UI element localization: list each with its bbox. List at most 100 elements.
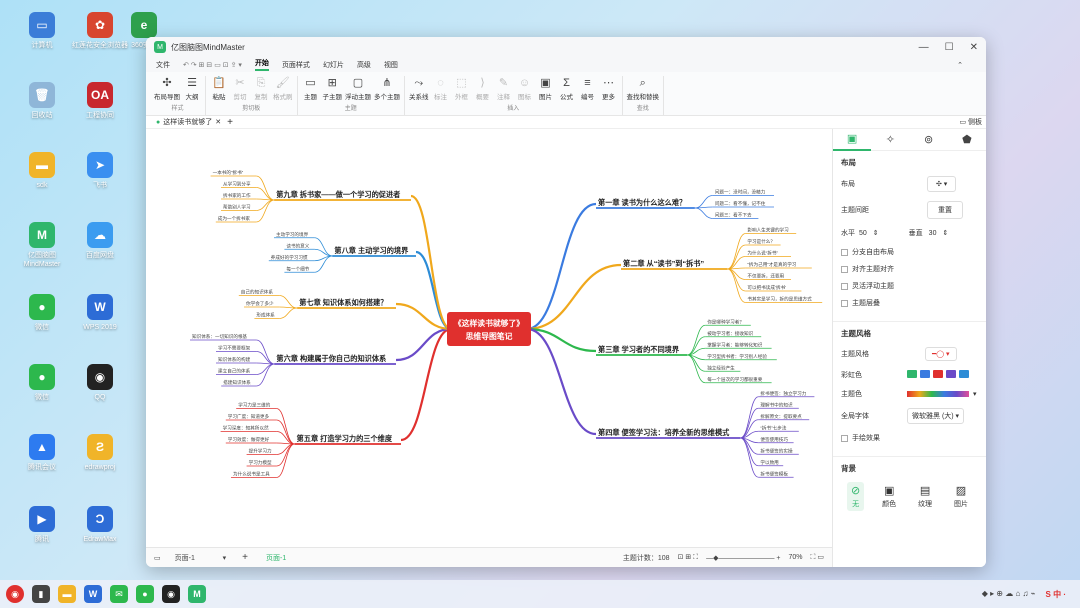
doc-tab[interactable]: ● 这样读书就够了 ✕ [150,117,227,127]
hand-drawn-checkbox[interactable] [841,434,848,442]
ribbon-button[interactable]: ≡ 编号 [579,76,597,101]
ribbon-button[interactable]: ◌ 标注 [432,76,450,101]
subtopic-text[interactable]: 为什么说书是工具 [233,471,270,478]
subtopic-text[interactable]: 知识体系：一切知识的根基 [192,333,248,340]
subtopic-text[interactable]: 拆书便签模板 [760,470,788,477]
fit-icon[interactable]: ⊡ ⊞ ⛶ [678,553,699,562]
maximize-icon[interactable]: ☐ [945,42,954,53]
subtopic-text[interactable]: 你学会了多少 [246,300,274,307]
subtopic-text[interactable]: 学以致用 [760,459,779,466]
subtopic-text[interactable]: 拆书家的工作 [223,192,251,199]
side-panel-toggle[interactable]: ▭ 侧板 [959,117,982,127]
wechat-icon[interactable]: ● [136,585,154,603]
subtopic-text[interactable]: 书其实是学习，拆的是思维方式 [747,296,812,303]
subtopic-text[interactable]: 提升学习力 [249,448,272,455]
ribbon-button[interactable]: ⎘ 复制 [252,76,270,101]
minimize-icon[interactable]: — [919,42,929,53]
subtopic-text[interactable]: 帮助别人学习 [223,204,251,211]
collapse-ribbon-icon[interactable]: ⌃ [957,61,963,69]
subtopic-text[interactable]: 拆书便签的实操 [760,447,793,454]
ribbon-button[interactable]: ⬚ 外框 [453,76,471,101]
theme-style-select[interactable]: ━◯ ▾ [925,347,957,361]
subtopic-text[interactable]: 每一个细节 [286,265,309,272]
taskview-icon[interactable]: ▮ [32,585,50,603]
menu-advanced[interactable]: 高级 [357,60,371,70]
chapter-title[interactable]: 第八章 主动学习的境界 [334,246,409,255]
ime-icon[interactable]: S 中 · [1046,589,1066,600]
tab-ai-icon[interactable]: ✧ [871,133,909,146]
subtopic-text[interactable]: 从学习到分享 [223,181,251,188]
central-topic-line1[interactable]: 《这样读书就够了》 [454,318,524,328]
chapter-title[interactable]: 第三章 学习者的不同境界 [598,345,680,354]
subtopic-text[interactable]: 为什么说“拆书” [747,250,778,257]
reset-button[interactable]: 重置 [927,201,963,219]
ribbon-button[interactable]: 📋 粘贴 [210,76,228,101]
subtopic-text[interactable]: 自己的知识体系 [241,289,274,296]
qq-icon[interactable]: ◉ [162,585,180,603]
ribbon-button[interactable]: 🖌 格式刷 [273,76,293,101]
ribbon-button[interactable]: ☰ 大纲 [183,76,201,101]
subtopic-text[interactable]: 问题一：没时间，没精力 [715,189,766,196]
desktop-icon[interactable]: 🗑 回收站 [14,82,70,120]
subtopic-text[interactable]: 成为一个拆书家 [218,215,251,222]
mindmap-svg[interactable]: 第一章 读书为什么这么难？ 问题一：没时间，没精力问题二：看不懂，记不住问题三：看… [146,129,832,547]
ribbon-button[interactable]: ✎ 注释 [495,76,513,101]
v-stepper-icon[interactable]: ⇕ [942,229,948,237]
rainbow-swatches[interactable] [907,370,972,380]
chapter-title[interactable]: 第二章 从“读书”到“拆书” [623,259,704,268]
chapter-title[interactable]: 第一章 读书为什么这么难？ [598,198,686,207]
option-checkbox[interactable] [841,248,848,256]
tray-icons[interactable]: ◆ ▸ ⊕ ☁ ⌂ ♫ ⌁ [982,589,1036,600]
menu-slides[interactable]: 幻灯片 [323,60,344,70]
subtopic-text[interactable]: 可以把书读成‘拆书’ [747,284,786,291]
option-checkbox[interactable] [841,265,848,273]
subtopic-text[interactable]: 知识体系的构建 [218,356,251,363]
subtopic-text[interactable]: 便签使用技巧 [760,436,788,443]
tab-mark-icon[interactable]: ⬟ [948,133,986,146]
subtopic-text[interactable]: 主动学习的境界 [276,231,309,238]
subtopic-text[interactable]: 掌握学习者：能够转化知识 [707,341,763,348]
tab-map-icon[interactable]: ⊚ [910,133,948,146]
page-select[interactable]: 页面-1 [175,553,223,563]
subtopic-text[interactable]: 学习力是三维的 [238,402,271,409]
mail-icon[interactable]: ✉ [110,585,128,603]
subtopic-text[interactable]: “拆书”七步法 [760,424,786,431]
ribbon-button[interactable]: Σ 公式 [558,76,576,101]
subtopic-text[interactable]: 学习效度：做得更好 [228,436,270,443]
ribbon-button[interactable]: ▣ 图片 [537,76,555,101]
subtopic-text[interactable]: “拆为己用”才是真的学习 [747,261,796,268]
desktop-icon[interactable]: ➤ 飞书 [72,152,128,190]
subtopic-text[interactable]: 搭建知识体系 [223,379,251,386]
background-option[interactable]: ▨ 图片 [950,482,972,511]
desktop-icon[interactable]: ● 微信 [14,364,70,402]
chapter-title[interactable]: 第九章 拆书家——做一个学习的促进者 [276,190,400,199]
subtopic-text[interactable]: 不仅要拆，还要用 [747,273,784,280]
chapter-title[interactable]: 第五章 打造学习力的三个维度 [297,434,393,443]
option-row[interactable]: 灵活浮动主题 [841,281,978,291]
desktop-icon[interactable]: ● 微信 [14,294,70,332]
desktop-icon[interactable]: M 亿图脑图MindMaster [14,222,70,269]
subtopic-text[interactable]: 学习深度：知其所以然 [223,425,269,432]
subtopic-text[interactable]: 建立自己的体系 [218,368,251,375]
option-checkbox[interactable] [841,299,848,307]
wps-icon[interactable]: W [84,585,102,603]
add-tab-icon[interactable]: + [227,117,233,128]
subtopic-text[interactable]: 读书的意义 [286,242,309,249]
ribbon-button[interactable]: ⋔ 多个主题 [374,76,400,101]
subtopic-text[interactable]: 养成好的学习习惯 [271,254,308,261]
mindmap-canvas[interactable]: 第一章 读书为什么这么难？ 问题一：没时间，没精力 问题二：看不懂，记不住 问题三：看… [146,129,832,547]
subtopic-text[interactable]: 学习力模型 [249,459,272,466]
desktop-icon[interactable]: ◉ QQ [72,364,128,402]
desktop-icon[interactable]: ▬ sdk [14,152,70,190]
subtopic-text[interactable]: 学习广度：知道更多 [228,413,270,420]
start-icon[interactable]: ◉ [6,585,24,603]
tab-format-icon[interactable]: ▣ [833,129,872,151]
subtopic-text[interactable]: 学习是什么？ [747,238,775,245]
ribbon-button[interactable]: ⊞ 子主题 [323,76,343,101]
chapter-title[interactable]: 第七章 知识体系如何搭建？ [299,298,387,307]
desktop-icon[interactable]: OA 工程协同 [72,82,128,120]
ribbon-button[interactable]: ▢ 浮动主题 [345,76,371,101]
subtopic-text[interactable]: 拆解原文：提取要点 [760,413,802,420]
option-row[interactable]: 对齐主题对齐 [841,264,978,274]
ribbon-button[interactable]: ☺ 图标 [516,76,534,101]
